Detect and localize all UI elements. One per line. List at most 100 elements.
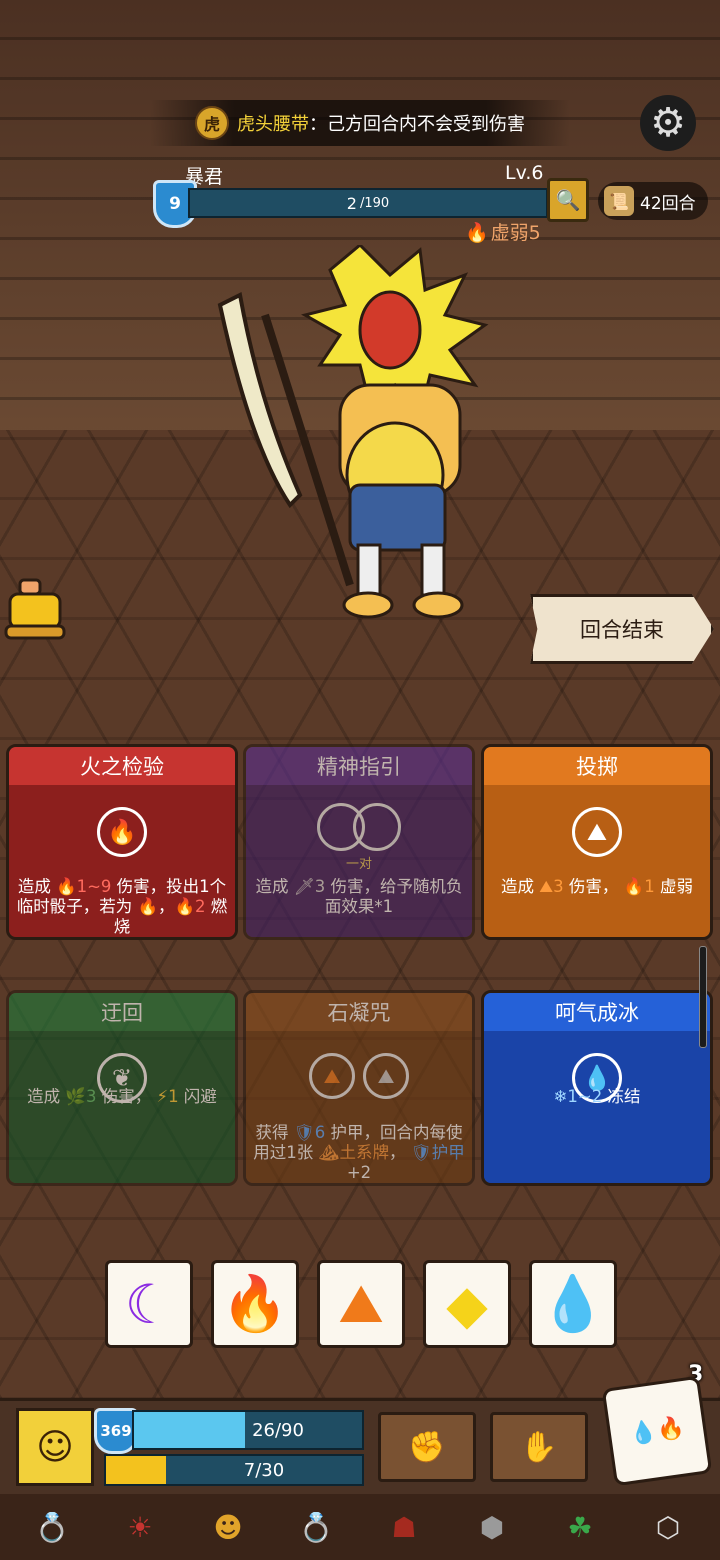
enemy-armor-value: 9 [169, 194, 181, 214]
enemy-info-magnifier-button[interactable]: 🔍 [547, 178, 589, 222]
player-portrait-avatar[interactable]: ☺ [16, 1408, 94, 1486]
card-3[interactable]: 投掷 ⛰ 造成 ⛰3 伤害， 🔥1 虚弱 [481, 744, 713, 940]
die-face-icon: 💧 [628, 1418, 659, 1448]
card-6[interactable]: 呵气成冰 💧 ❄1~2 冻结 [481, 990, 713, 1186]
earth-icon: ⛰ [572, 807, 622, 857]
crystal-die-icon[interactable]: ⬡ [641, 1500, 695, 1554]
card-title: 火之检验 [9, 747, 235, 788]
earth-icon: ⛰ [338, 1272, 384, 1335]
player-armor-value: 369 [100, 1422, 132, 1440]
card-value: 2 [195, 897, 206, 916]
stone-die-icon[interactable]: ⬢ [465, 1500, 519, 1554]
claw-skill-button[interactable]: ✋ [490, 1412, 588, 1482]
fire-icon: 🔥 [221, 1272, 289, 1335]
card-text: 伤害， [96, 1087, 157, 1106]
card-value: 3 [314, 877, 326, 896]
card-text: 闪避 [178, 1087, 217, 1106]
card-value: 土系牌 [339, 1143, 390, 1162]
earth-stone-icon: ⛰ ⛰ [309, 1053, 409, 1099]
player-energy-text: 7/30 [243, 1459, 285, 1481]
die-water-icon[interactable]: 💧 [529, 1260, 617, 1348]
card-text: 虚弱 [654, 877, 693, 896]
lantern-relic-icon[interactable] [0, 576, 80, 654]
value-icon: ⛰ [318, 1143, 340, 1162]
settings-gear-icon[interactable]: ⚙ [640, 95, 696, 151]
value-icon: ⚡ [156, 1087, 169, 1106]
card-1[interactable]: 火之检验 🔥 造成 🔥1~9 伤害，投出1个临时骰子，若为 🔥，🔥2 燃烧 [6, 744, 238, 940]
card-text: ， [158, 897, 175, 916]
turn-counter: 📜 42回合 [598, 182, 708, 220]
relic-bar: 💍 ☀ ☻ 💍 ☗ ⬢ ☘ ⬡ [0, 1494, 720, 1560]
water-icon: 💧 [539, 1272, 607, 1335]
value-icon: ⛰ [539, 877, 554, 896]
card-2[interactable]: 精神指引一对造成 🗡3 伤害，给予随机负面效果*1 [243, 744, 475, 940]
moon-icon: ☾ [124, 1272, 174, 1336]
card-text: 造成 [501, 877, 540, 896]
card-5[interactable]: 石凝咒 ⛰ ⛰ 获得 🛡6 护甲，回合内每使用过1张 ⛰土系牌， 🛡护甲 +2 [243, 990, 475, 1186]
enemy-debuff-text: 虚弱5 [490, 222, 541, 244]
roll-dice-button[interactable]: 💧 🔥 [601, 1375, 713, 1487]
card-text: +2 [346, 1163, 372, 1182]
scroll-icon: 📜 [604, 186, 634, 216]
player-hp-bar: 26/90 [132, 1410, 364, 1450]
enemy-hp-max: /190 [359, 195, 390, 211]
weak-flame-icon: 🔥 [465, 222, 489, 244]
die-earth-icon[interactable]: ⛰ [317, 1260, 405, 1348]
card-description: 造成 ⛰3 伤害， 🔥1 虚弱 [490, 877, 704, 897]
die-moon-icon[interactable]: ☾ [105, 1260, 193, 1348]
value-icon: 🌿 [65, 1087, 86, 1106]
gem-ring-icon[interactable]: 💍 [289, 1500, 343, 1554]
card-text: 获得 [255, 1123, 294, 1142]
effect-banner: 虎 虎头腰带 ： 己方回合内不会受到伤害 [150, 100, 570, 146]
card-value: 1~9 [76, 877, 112, 896]
card-value: 3 [85, 1087, 97, 1106]
die-lightning-icon[interactable]: ◆ [423, 1260, 511, 1348]
card-title: 精神指引 [246, 747, 472, 788]
card-body: ❦ 造成 🌿3 伤害， ⚡1 闪避 [9, 1031, 235, 1183]
fist-skill-button[interactable]: ✊ [378, 1412, 476, 1482]
card-text: 造成 [17, 877, 57, 896]
enemy-debuff[interactable]: 🔥 虚弱5 [465, 218, 541, 245]
value-icon: 🔥 [174, 897, 196, 916]
card-body: ⛰ 造成 ⛰3 伤害， 🔥1 虚弱 [484, 785, 710, 937]
value-icon: 🔥 [56, 877, 77, 896]
enemy-tyrant-figure[interactable] [210, 245, 510, 635]
effect-separator: ： [309, 114, 327, 135]
enemy-hp-current: 2 [346, 193, 357, 213]
card-title: 迂回 [9, 993, 235, 1034]
mask-icon[interactable]: ☀ [113, 1500, 167, 1554]
card-text: 造成 [255, 877, 294, 896]
value-icon: 🗡 [293, 877, 315, 896]
cards-scrollbar[interactable] [699, 946, 707, 1048]
card-text: 伤害，给予随机负面效果*1 [324, 877, 463, 916]
value-icon: 🔥 [623, 877, 645, 896]
tribal-mask-icon[interactable]: ☻ [201, 1500, 255, 1554]
die-fire-icon[interactable]: 🔥 [211, 1260, 299, 1348]
card-body: 💧 ❄1~2 冻结 [484, 1031, 710, 1183]
effect-item-name: 虎头腰带 [237, 114, 309, 135]
player-hp-text: 26/90 [252, 1419, 304, 1441]
card-description: ❄1~2 冻结 [490, 1087, 704, 1107]
turn-counter-text: 42回合 [640, 193, 696, 214]
lightning-icon: ◆ [446, 1272, 488, 1336]
end-turn-button[interactable]: 回合结束 [530, 594, 714, 664]
clover-icon[interactable]: ☘ [553, 1500, 607, 1554]
card-description: 获得 🛡6 护甲，回合内每使用过1张 ⛰土系牌， 🛡护甲 +2 [252, 1123, 466, 1183]
card-body: ⛰ ⛰ 获得 🛡6 护甲，回合内每使用过1张 ⛰土系牌， 🛡护甲 +2 [246, 1031, 472, 1183]
value-icon: 🔥 [137, 897, 158, 916]
card-body: 🔥 造成 🔥1~9 伤害，投出1个临时骰子，若为 🔥，🔥2 燃烧 [9, 785, 235, 937]
hood-icon[interactable]: ☗ [377, 1500, 431, 1554]
card-description: 造成 🌿3 伤害， ⚡1 闪避 [15, 1087, 229, 1107]
effect-text: 己方回合内不会受到伤害 [327, 114, 525, 135]
card-subtitle: 一对 [345, 857, 372, 872]
pair-icon [317, 803, 401, 851]
card-description: 造成 🗡3 伤害，给予随机负面效果*1 [252, 877, 466, 917]
value-icon: ❄ [553, 1087, 568, 1106]
card-value: 3 [553, 877, 564, 896]
die-face-icon: 🔥 [655, 1414, 686, 1444]
enemy-hp-bar: 2 /190 [188, 188, 548, 218]
player-energy-fill [106, 1456, 166, 1484]
card-4[interactable]: 迂回 ❦ 造成 🌿3 伤害， ⚡1 闪避 [6, 990, 238, 1186]
card-value: 6 [314, 1123, 326, 1142]
ring-icon[interactable]: 💍 [25, 1500, 79, 1554]
